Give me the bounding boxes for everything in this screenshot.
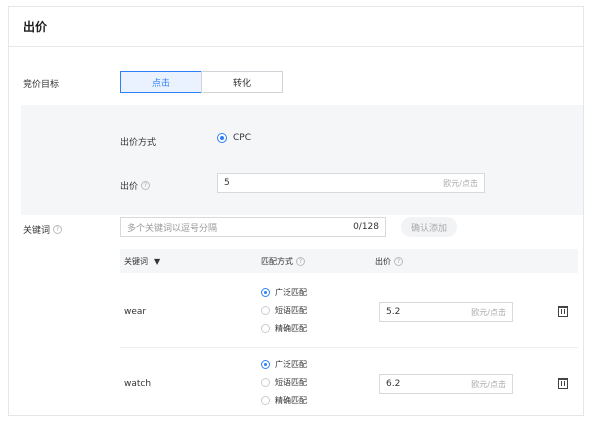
keyword-bid-value: 6.2 (386, 379, 401, 389)
match-option-exact[interactable]: 精确匹配 (261, 323, 307, 334)
keyword-bid-unit: 欧元/点击 (471, 379, 506, 389)
keyword-cell: wear (124, 307, 147, 317)
radio-icon[interactable] (261, 396, 270, 405)
match-option-label: 广泛匹配 (275, 360, 307, 369)
confirm-add-button[interactable]: 确认添加 (401, 217, 458, 237)
bid-input[interactable]: 5 欧元/点击 (217, 173, 485, 193)
match-option-label: 短语匹配 (275, 378, 307, 387)
bid-help-icon[interactable]: ? (141, 181, 151, 190)
keyword-count: 0/128 (353, 222, 379, 232)
bid-panel: 出价 竞价目标 点击 转化 出价方式 CPC 出价 ? 5 欧元/点击 关键词 … (8, 6, 584, 416)
row-divider (120, 347, 578, 348)
match-option-label: 精确匹配 (275, 324, 307, 333)
col-match: 匹配方式 ? (261, 256, 305, 267)
keyword-cell: watch (124, 379, 152, 389)
bid-col-help-icon[interactable]: ? (394, 256, 403, 266)
bid-target-click-option[interactable]: 点击 (120, 71, 202, 93)
col-match-label: 匹配方式 (261, 256, 293, 266)
radio-icon[interactable] (261, 288, 270, 297)
bid-target-segmented-control: 点击 转化 (120, 71, 283, 93)
keywords-label: 关键词 (23, 226, 51, 236)
match-option-exact[interactable]: 精确匹配 (261, 395, 307, 406)
bid-target-conversion-option[interactable]: 转化 (201, 71, 283, 93)
bid-input-value: 5 (224, 178, 230, 188)
keyword-bid-value: 5.2 (386, 307, 401, 317)
bid-input-unit: 欧元/点击 (443, 178, 478, 188)
bid-target-label: 竞价目标 (23, 80, 60, 90)
filter-icon[interactable]: ▼ (154, 257, 160, 266)
bid-method-option[interactable]: CPC (217, 133, 251, 143)
keyword-bid-input[interactable]: 6.2 欧元/点击 (379, 374, 513, 394)
keyword-input[interactable]: 多个关键词以逗号分隔 0/128 (120, 217, 386, 237)
col-keyword: 关键词 ▼ (124, 256, 160, 267)
match-option-phrase[interactable]: 短语匹配 (261, 377, 307, 388)
radio-icon[interactable] (261, 306, 270, 315)
panel-title: 出价 (23, 20, 48, 34)
panel-header: 出价 (9, 7, 583, 47)
delete-icon[interactable] (558, 378, 568, 389)
match-option-label: 短语匹配 (275, 306, 307, 315)
match-option-broad[interactable]: 广泛匹配 (261, 359, 307, 370)
bid-label-wrap: 出价 ? (120, 179, 151, 192)
bid-method-label: 出价方式 (120, 138, 157, 148)
keywords-label-wrap: 关键词 ? (23, 223, 63, 236)
match-option-phrase[interactable]: 短语匹配 (261, 305, 307, 316)
match-option-broad[interactable]: 广泛匹配 (261, 287, 307, 298)
bid-method-radio[interactable] (217, 133, 227, 143)
col-keyword-label: 关键词 (124, 256, 148, 266)
radio-icon[interactable] (261, 360, 270, 369)
radio-icon[interactable] (261, 378, 270, 387)
bid-method-value: CPC (233, 133, 251, 143)
match-help-icon[interactable]: ? (296, 256, 305, 266)
keywords-help-icon[interactable]: ? (53, 225, 63, 234)
delete-icon[interactable] (558, 306, 568, 317)
bid-label: 出价 (120, 182, 139, 192)
keyword-bid-unit: 欧元/点击 (471, 307, 506, 317)
col-bid: 出价 ? (375, 256, 403, 267)
col-bid-label: 出价 (375, 256, 391, 266)
match-option-label: 精确匹配 (275, 396, 307, 405)
radio-icon[interactable] (261, 324, 270, 333)
bid-settings-box (21, 105, 583, 215)
keyword-input-placeholder: 多个关键词以逗号分隔 (127, 223, 218, 234)
match-option-label: 广泛匹配 (275, 288, 307, 297)
keyword-table-header: 关键词 ▼ 匹配方式 ? 出价 ? (120, 249, 578, 273)
keyword-bid-input[interactable]: 5.2 欧元/点击 (379, 302, 513, 322)
